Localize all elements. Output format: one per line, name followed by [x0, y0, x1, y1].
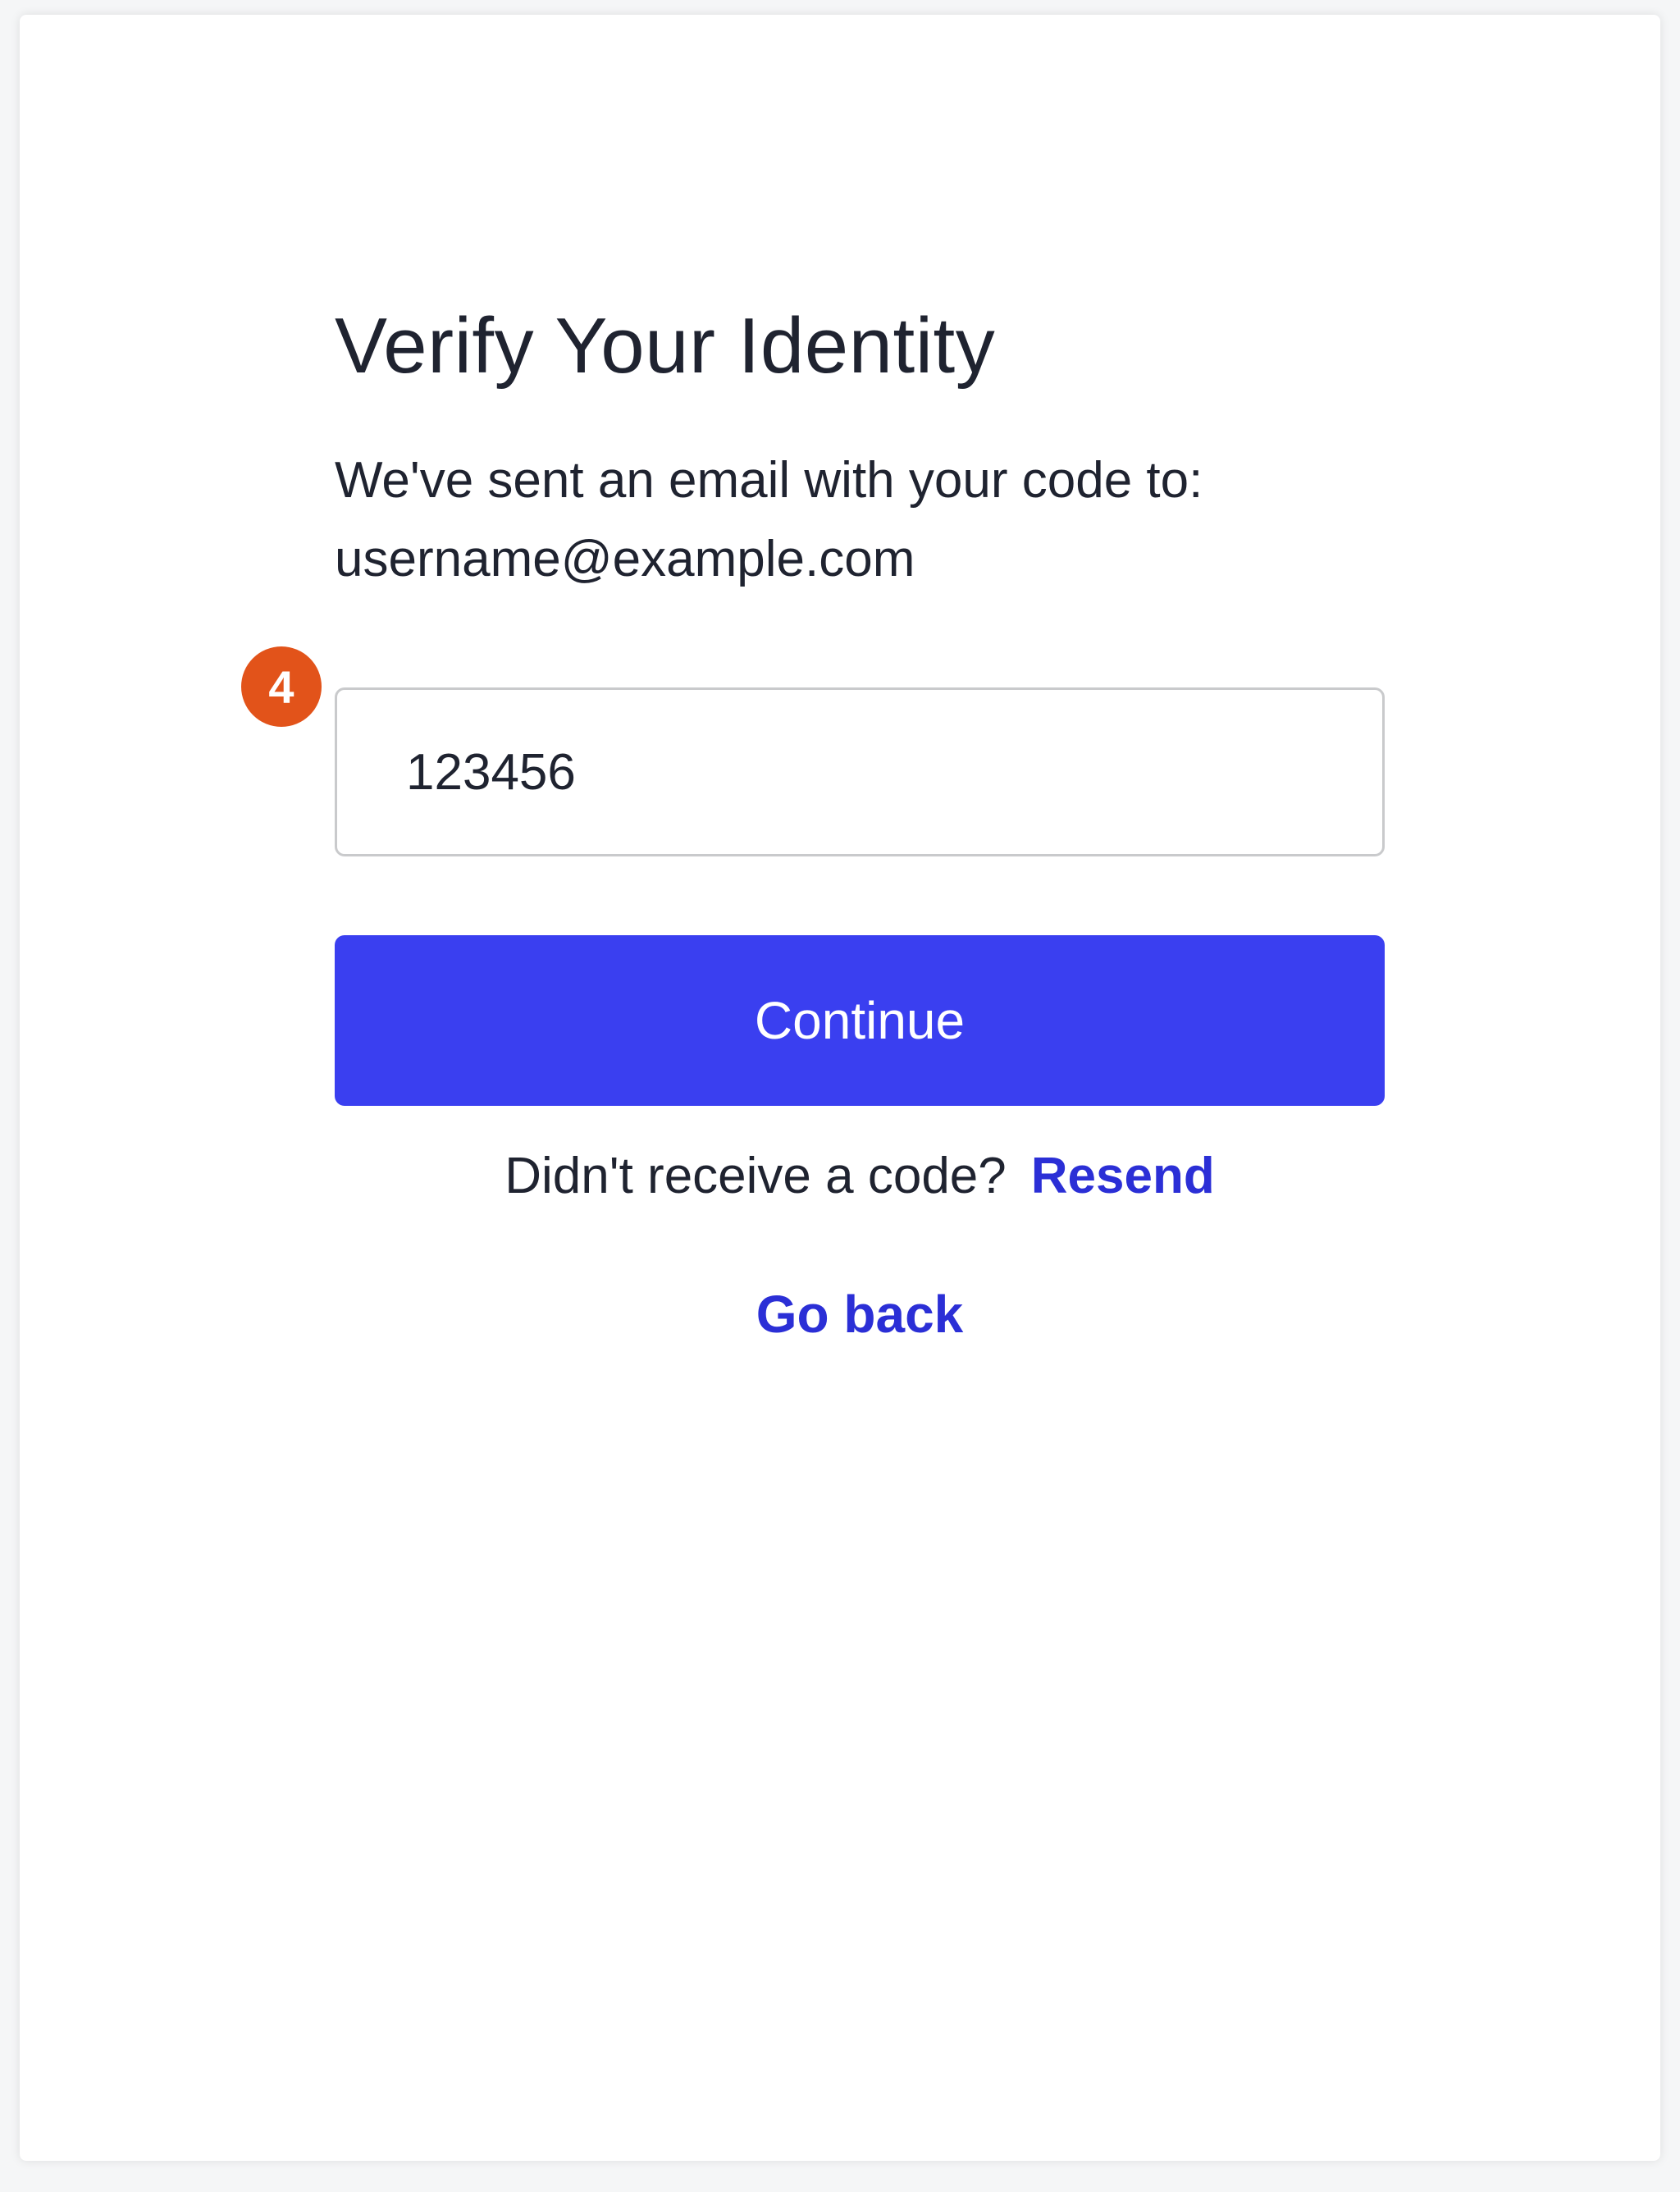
resend-prompt: Didn't receive a code?: [504, 1148, 1007, 1204]
page-title: Verify Your Identity: [335, 302, 996, 390]
resend-row: Didn't receive a code? Resend: [335, 1142, 1385, 1211]
verification-form: Verify Your Identity We've sent an email…: [241, 294, 1385, 1349]
step-number-badge: 4: [241, 646, 322, 727]
verification-code-input[interactable]: [335, 687, 1385, 856]
code-sent-message: We've sent an email with your code to: u…: [335, 441, 1385, 599]
continue-button[interactable]: Continue: [335, 935, 1385, 1106]
go-back-link[interactable]: Go back: [756, 1285, 964, 1344]
recipient-email: username@example.com: [335, 531, 915, 587]
go-back-row: Go back: [335, 1280, 1385, 1349]
code-sent-text: We've sent an email with your code to:: [335, 452, 1203, 509]
resend-link[interactable]: Resend: [1031, 1148, 1215, 1204]
code-field-group: 4: [241, 646, 1385, 856]
verification-card: Verify Your Identity We've sent an email…: [20, 15, 1660, 2161]
